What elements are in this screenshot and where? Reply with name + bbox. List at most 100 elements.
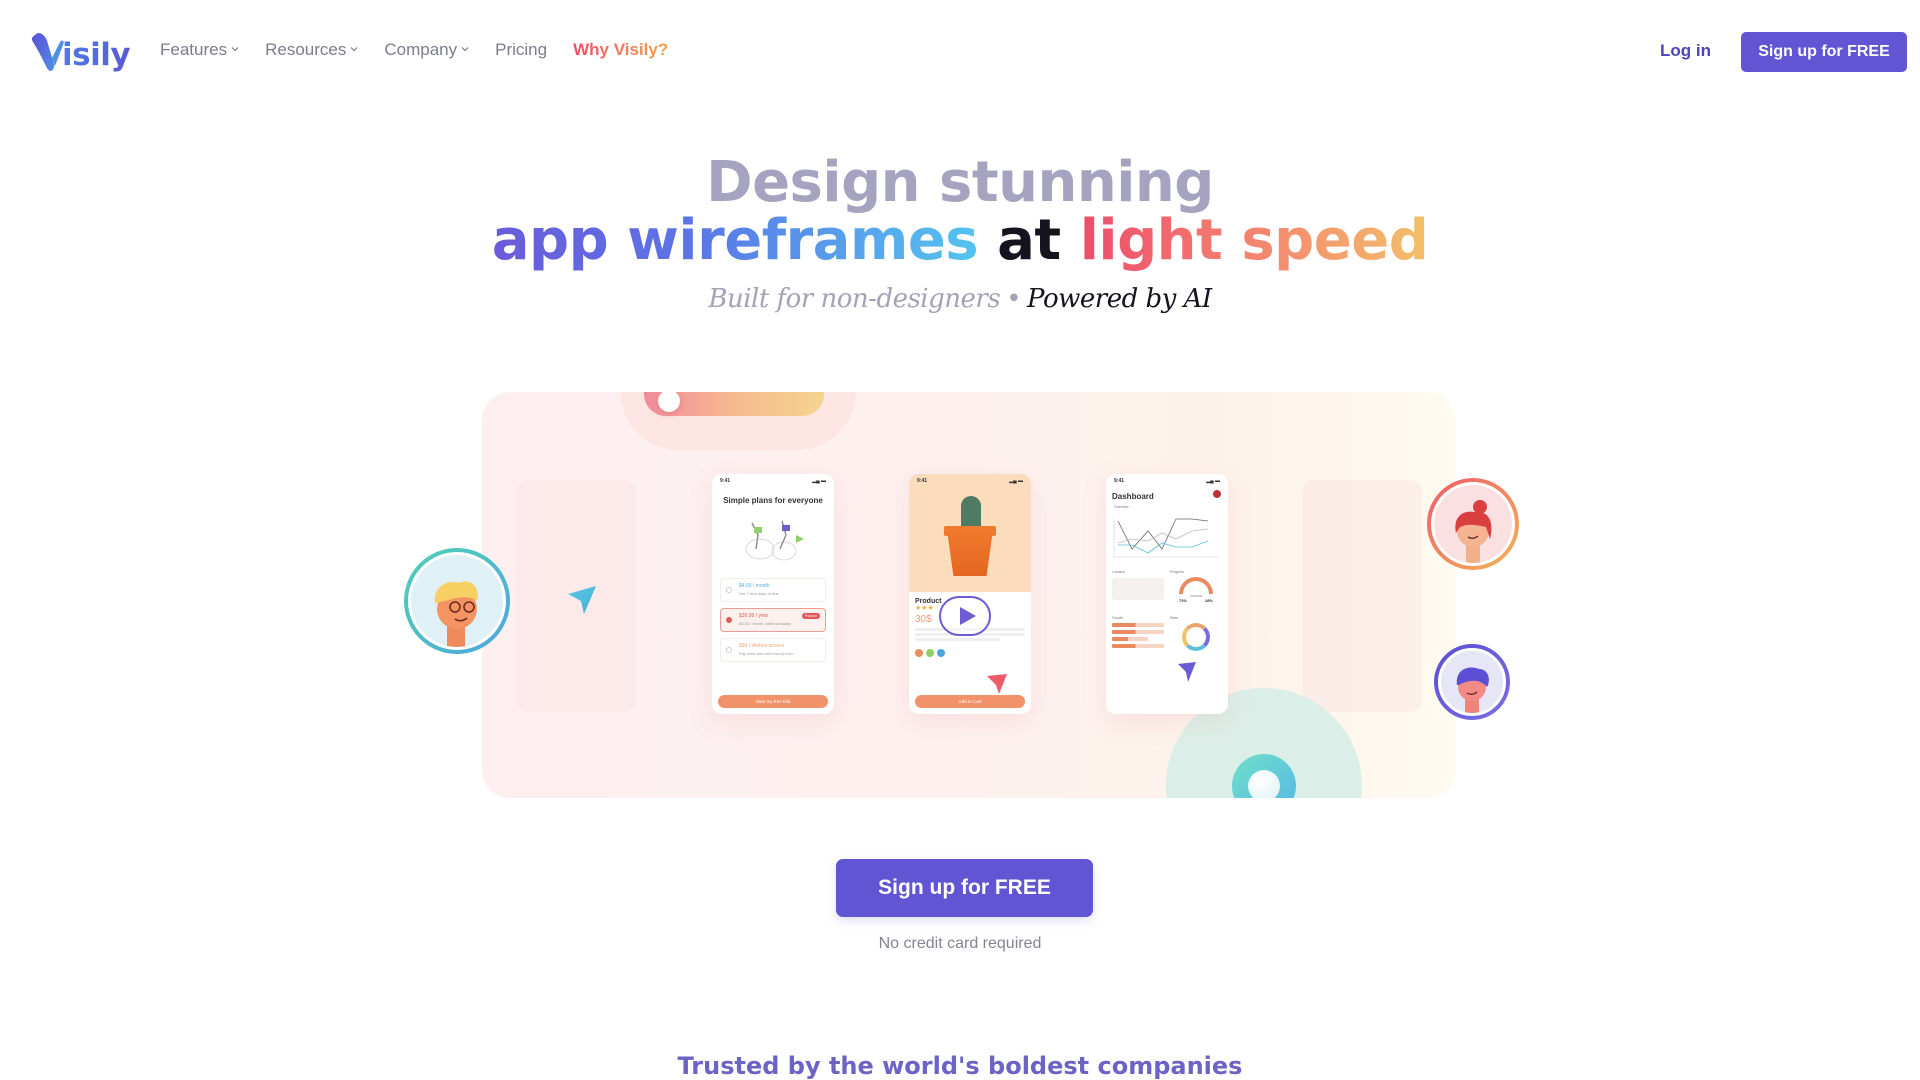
signal-battery-icon: ▂▄ ▬ (1009, 478, 1023, 484)
progress-label: Progress (1170, 570, 1185, 574)
cursor-pointer-cyan-icon (568, 586, 596, 614)
stats-donut-chart (1182, 623, 1210, 651)
hero-illustration: 9:41 ▂▄ ▬ Simple plans for everyone $4.99… (482, 392, 1456, 798)
hero-highlight-light-speed: light speed (1079, 208, 1429, 273)
swatch-blue (937, 649, 945, 657)
play-video-button[interactable] (939, 596, 991, 636)
plan-price: $99 / lifetime access (739, 643, 785, 649)
progress-percents: 72% 28% (1170, 598, 1222, 603)
pot-image (947, 530, 993, 576)
free-trial-button-mock: Start my free trial (718, 695, 828, 708)
progress-gauge (1179, 577, 1213, 594)
growth-bar (1112, 644, 1164, 648)
status-time: 9:41 (720, 478, 731, 484)
nav-resources-label: Resources (265, 40, 347, 59)
popular-badge: Popular (801, 613, 820, 619)
nav-pricing-label: Pricing (495, 40, 548, 59)
plan-option-monthly: $4.99 / month Get 7 free days of trial (720, 578, 826, 602)
radio-button (726, 647, 732, 653)
logo-v-mark-icon (31, 33, 64, 71)
person-woman-icon (1455, 500, 1492, 563)
product-image: 9:41 ▂▄ ▬ (909, 474, 1031, 592)
chevron-down-icon (231, 47, 239, 52)
chevron-down-icon (461, 47, 469, 52)
avatar-red-hair-woman (1427, 478, 1519, 570)
dashboard-title: Dashboard (1112, 492, 1154, 501)
nav-features-label: Features (160, 40, 228, 59)
cursor-pointer-purple-icon (1178, 662, 1196, 682)
growth-bar (1112, 637, 1149, 641)
signal-battery-icon: ▂▄ ▬ (812, 478, 826, 484)
stats-widget: Stats (1170, 616, 1222, 658)
logo-text: isily (62, 37, 131, 73)
hero-subtitle: Built for non-designers • Powered by AI (0, 284, 1920, 314)
nav-why-visily-label: Why Visily? (573, 40, 669, 59)
header-signup-button[interactable]: Sign up for FREE (1741, 32, 1907, 72)
progress-pct-b: 28% (1204, 598, 1213, 603)
status-time: 9:41 (1114, 478, 1125, 484)
login-link[interactable]: Log in (1660, 41, 1711, 61)
subtitle-powered-by-ai: Powered by AI (1027, 284, 1212, 314)
nav-company-label: Company (384, 40, 458, 59)
status-time: 9:41 (917, 478, 928, 484)
progress-widget: Progress 720/1000 72% 28% (1170, 570, 1222, 612)
hero-line-2: app wireframes at light speed (0, 212, 1920, 270)
growth-bar (1112, 630, 1164, 634)
pricing-title: Simple plans for everyone (723, 496, 823, 505)
trusted-by-heading: Trusted by the world's boldest companies (677, 1052, 1243, 1080)
phone-mockup-product: 9:41 ▂▄ ▬ Product ★★★ 30$ Add to Cart (909, 474, 1031, 714)
nav-resources[interactable]: Resources (265, 40, 358, 60)
avatar-face (408, 552, 506, 650)
hero-highlight-wireframes: app wireframes (491, 208, 979, 273)
cursor-pointer-red-icon (987, 674, 1007, 694)
signal-battery-icon: ▂▄ ▬ (1206, 478, 1220, 484)
plan-desc: Pay once and don't worry ever (739, 651, 793, 656)
chevron-down-icon (350, 47, 358, 52)
overview-label: Overview (1114, 505, 1129, 509)
nav-pricing[interactable]: Pricing (495, 40, 547, 60)
stats-label: Stats (1170, 616, 1178, 620)
plan-option-yearly: Popular $39.99 / year $3.33 / month, bil… (720, 608, 826, 632)
nav-why-visily[interactable]: Why Visily? (573, 40, 668, 60)
swatch-orange (915, 649, 923, 657)
phone-mockup-dashboard: 9:41 ▂▄ ▬ Dashboard Overview Location Pro… (1106, 474, 1228, 714)
status-bar: 9:41 ▂▄ ▬ (712, 474, 834, 484)
color-swatches (909, 643, 1031, 657)
description-line (915, 638, 1001, 641)
avatar-curly-hair-glasses (404, 548, 510, 654)
growth-label: Growth (1112, 616, 1124, 620)
phone-mockup-pricing: 9:41 ▂▄ ▬ Simple plans for everyone $4.99… (712, 474, 834, 714)
person-man-icon (1456, 667, 1489, 713)
radio-button (726, 587, 732, 593)
swatch-green (926, 649, 934, 657)
nav-features[interactable]: Features (160, 40, 239, 60)
hero-heading: Design stunning app wireframes at light … (0, 154, 1920, 270)
status-bar: 9:41 ▂▄ ▬ (1106, 474, 1228, 484)
location-label: Location (1112, 570, 1126, 574)
person-glasses-icon (434, 581, 478, 647)
avatar-face (1431, 482, 1515, 566)
dashboard-widgets-row-1: Location Progress 720/1000 72% 28% (1106, 566, 1228, 612)
location-widget: Location (1112, 570, 1164, 612)
no-credit-card-note: No credit card required (878, 935, 1042, 952)
subtitle-non-designers: Built for non-designers (708, 284, 1001, 314)
hero-signup-button[interactable]: Sign up for FREE (836, 859, 1093, 917)
status-bar: 9:41 ▂▄ ▬ (909, 474, 1031, 484)
plan-desc: $3.33 / month, billed annually (739, 621, 792, 626)
dashboard-widgets-row-2: Growth Stats (1106, 612, 1228, 658)
plan-option-lifetime: $99 / lifetime access Pay once and don't… (720, 638, 826, 662)
teal-orb-decoration (1248, 770, 1280, 798)
subtitle-separator: • (1006, 284, 1022, 314)
progress-pct-a: 72% (1178, 598, 1187, 603)
cactus-image (961, 496, 981, 530)
hero-word-at: at (997, 208, 1061, 273)
hero-line-1: Design stunning (706, 150, 1214, 215)
radio-button-selected (726, 617, 732, 623)
user-avatar (1213, 490, 1221, 498)
nav-company[interactable]: Company (384, 40, 469, 60)
growth-bar (1112, 623, 1164, 627)
visily-logo[interactable]: isily (30, 30, 131, 74)
site-header: isily Features Resources Company Pricing… (0, 0, 1920, 104)
overview-line-chart (1113, 518, 1220, 558)
growth-widget: Growth (1112, 616, 1164, 658)
